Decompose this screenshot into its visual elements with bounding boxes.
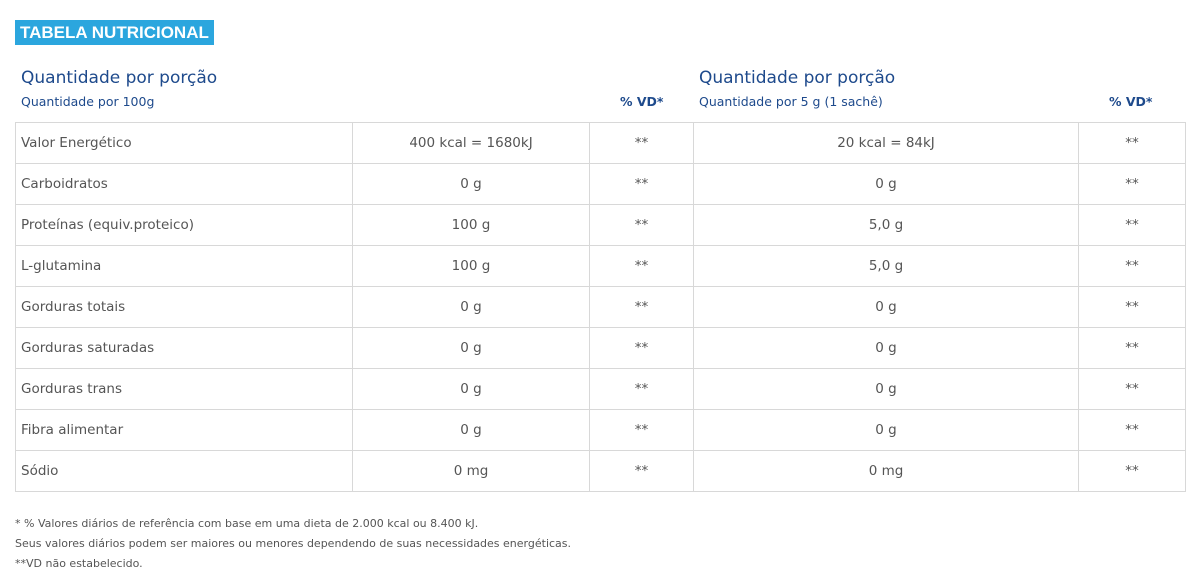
vd-per-100g: ** <box>589 163 694 205</box>
nutrient-name: Gorduras totais <box>15 286 353 328</box>
vd-per-serving: ** <box>1078 368 1186 410</box>
vd-per-100g: ** <box>589 327 694 369</box>
footnote-vd-reference: * % Valores diários de referência com ba… <box>15 517 479 530</box>
vd-per-100g: ** <box>589 286 694 328</box>
left-serving-heading: Quantidade por porção <box>21 68 218 88</box>
vd-per-serving: ** <box>1078 204 1186 246</box>
footnotes: * % Valores diários de referência com ba… <box>15 514 571 571</box>
value-per-serving: 0 g <box>693 286 1079 328</box>
value-per-serving: 5,0 g <box>693 204 1079 246</box>
nutrition-table: Valor Energético 400 kcal = 1680kJ ** 20 kc… <box>15 122 1186 492</box>
table-row: Gorduras trans 0 g ** 0 g ** <box>15 368 1186 410</box>
value-per-serving: 0 g <box>693 163 1079 205</box>
value-per-serving: 0 mg <box>693 450 1079 492</box>
table-row: Valor Energético 400 kcal = 1680kJ ** 20 kc… <box>15 122 1186 164</box>
table-row: Gorduras totais 0 g ** 0 g ** <box>15 286 1186 328</box>
vd-per-serving: ** <box>1078 245 1186 287</box>
table-title: TABELA NUTRICIONAL <box>15 20 214 45</box>
value-per-100g: 0 g <box>352 368 590 410</box>
vd-per-100g: ** <box>589 245 694 287</box>
nutrient-name: Gorduras trans <box>15 368 353 410</box>
vd-per-100g: ** <box>589 409 694 451</box>
left-serving-subheading: Quantidade por 100g <box>21 94 155 109</box>
value-per-serving: 0 g <box>693 409 1079 451</box>
value-per-100g: 400 kcal = 1680kJ <box>352 122 590 164</box>
vd-per-serving: ** <box>1078 122 1186 164</box>
nutrient-name: Gorduras saturadas <box>15 327 353 369</box>
vd-per-100g: ** <box>589 450 694 492</box>
value-per-100g: 0 g <box>352 163 590 205</box>
nutrient-name: Fibra alimentar <box>15 409 353 451</box>
value-per-100g: 0 mg <box>352 450 590 492</box>
vd-per-serving: ** <box>1078 163 1186 205</box>
nutrient-name: Valor Energético <box>15 122 353 164</box>
table-row: Carboidratos 0 g ** 0 g ** <box>15 163 1186 205</box>
nutrient-name: Sódio <box>15 450 353 492</box>
value-per-100g: 0 g <box>352 286 590 328</box>
vd-per-serving: ** <box>1078 450 1186 492</box>
nutrient-name: Proteínas (equiv.proteico) <box>15 204 353 246</box>
footnote-variation: Seus valores diários podem ser maiores o… <box>15 537 572 550</box>
right-serving-subheading: Quantidade por 5 g (1 sachê) <box>699 94 883 109</box>
right-serving-heading: Quantidade por porção <box>699 68 896 88</box>
value-per-100g: 0 g <box>352 327 590 369</box>
vd-per-100g: ** <box>589 204 694 246</box>
nutrient-name: L-glutamina <box>15 245 353 287</box>
value-per-serving: 0 g <box>693 368 1079 410</box>
value-per-100g: 100 g <box>352 204 590 246</box>
vd-per-serving: ** <box>1078 327 1186 369</box>
value-per-serving: 5,0 g <box>693 245 1079 287</box>
table-row: Proteínas (equiv.proteico) 100 g ** 5,0 g ** <box>15 204 1186 246</box>
nutrient-name: Carboidratos <box>15 163 353 205</box>
vd-per-100g: ** <box>589 122 694 164</box>
nutrition-table-body: Valor Energético 400 kcal = 1680kJ ** 20 kc… <box>15 122 1186 492</box>
table-row: L-glutamina 100 g ** 5,0 g ** <box>15 245 1186 287</box>
value-per-100g: 100 g <box>352 245 590 287</box>
vd-per-serving: ** <box>1078 286 1186 328</box>
left-vd-header: % VD* <box>620 94 664 109</box>
value-per-100g: 0 g <box>352 409 590 451</box>
table-row: Fibra alimentar 0 g ** 0 g ** <box>15 409 1186 451</box>
right-vd-header: % VD* <box>1109 94 1153 109</box>
table-row: Sódio 0 mg ** 0 mg ** <box>15 450 1186 492</box>
footnote-vd-not-established: **VD não estabelecido. <box>15 557 143 570</box>
value-per-serving: 20 kcal = 84kJ <box>693 122 1079 164</box>
table-row: Gorduras saturadas 0 g ** 0 g ** <box>15 327 1186 369</box>
vd-per-100g: ** <box>589 368 694 410</box>
value-per-serving: 0 g <box>693 327 1079 369</box>
vd-per-serving: ** <box>1078 409 1186 451</box>
